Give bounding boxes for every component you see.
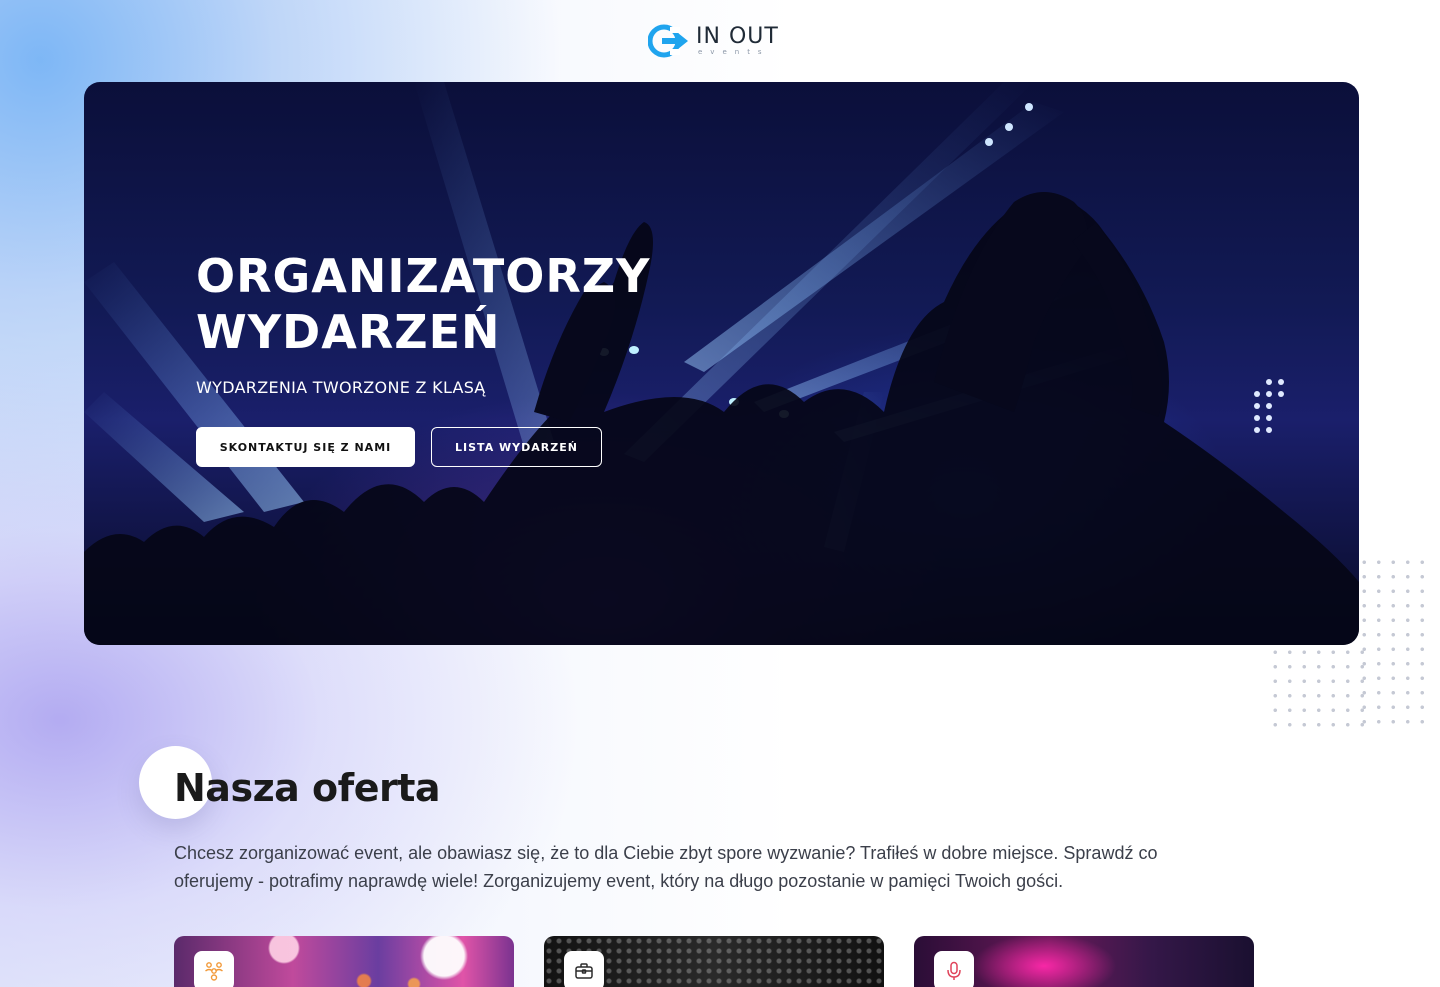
logo-icon xyxy=(648,24,688,58)
offer-card[interactable] xyxy=(544,936,884,987)
offer-card[interactable] xyxy=(914,936,1254,987)
hero-buttons: SKONTAKTUJ SIĘ Z NAMI LISTA WYDARZEŃ xyxy=(196,427,716,467)
people-icon xyxy=(205,962,223,981)
hero-content: ORGANIZATORZY WYDARZEŃ WYDARZENIA TWORZO… xyxy=(196,248,716,467)
hero-subtitle: WYDARZENIA TWORZONE Z KLASĄ xyxy=(196,378,486,397)
microphone-icon xyxy=(947,961,961,980)
hero-title: ORGANIZATORZY WYDARZEŃ xyxy=(196,249,651,359)
dot-pattern xyxy=(1357,555,1432,730)
hero-banner: ORGANIZATORZY WYDARZEŃ WYDARZENIA TWORZO… xyxy=(84,82,1359,645)
offer-description: Chcesz zorganizować event, ale obawiasz … xyxy=(174,843,1158,891)
briefcase-icon xyxy=(575,963,593,979)
logo[interactable]: IN OUT events xyxy=(648,22,798,60)
card-icon-badge xyxy=(564,951,604,987)
dot-pattern xyxy=(1268,645,1368,733)
logo-subtext: events xyxy=(698,48,770,56)
offer-card[interactable] xyxy=(174,936,514,987)
page: IN OUT events ORGANIZATORZY WYDARZEŃ WYD… xyxy=(0,0,1440,987)
card-icon-badge xyxy=(934,951,974,987)
events-list-button[interactable]: LISTA WYDARZEŃ xyxy=(431,427,602,467)
card-icon-badge xyxy=(194,951,234,987)
logo-text: IN OUT xyxy=(696,24,779,49)
offer-title: Nasza oferta xyxy=(174,766,441,810)
contact-button[interactable]: SKONTAKTUJ SIĘ Z NAMI xyxy=(196,427,415,467)
